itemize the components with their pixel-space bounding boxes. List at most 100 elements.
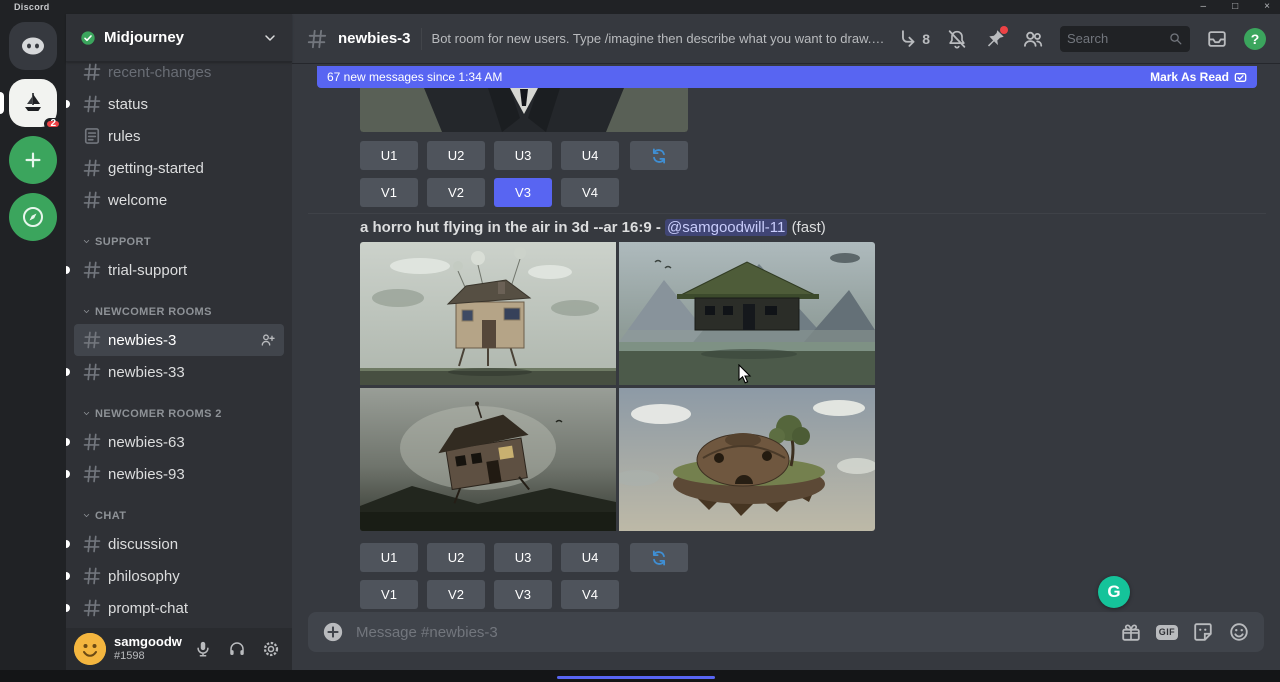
channel-welcome[interactable]: welcome <box>74 184 284 216</box>
channel-status[interactable]: status <box>74 88 284 120</box>
channel-philosophy[interactable]: philosophy <box>74 560 284 592</box>
gif-picker-button[interactable]: GIF <box>1156 625 1178 640</box>
v1-button[interactable]: V1 <box>360 178 418 207</box>
attach-file-icon[interactable] <box>322 621 344 643</box>
mute-microphone-button[interactable] <box>190 636 216 662</box>
reroll-button[interactable] <box>630 141 688 170</box>
v3-button[interactable]: V3 <box>494 178 552 207</box>
u3-button[interactable]: U3 <box>494 141 552 170</box>
server-header-dropdown[interactable]: Midjourney <box>66 14 292 62</box>
mark-as-read-button[interactable]: Mark As Read <box>1150 70 1247 84</box>
reroll-button[interactable] <box>630 543 688 572</box>
message-input[interactable]: Message #newbies-3 <box>356 624 1108 641</box>
close-button[interactable]: × <box>1264 2 1270 12</box>
gift-icon[interactable] <box>1120 621 1142 643</box>
v2-button[interactable]: V2 <box>427 178 485 207</box>
add-server-button[interactable] <box>9 136 57 184</box>
main-content: newbies-3 Bot room for new users. Type /… <box>292 14 1280 670</box>
user-settings-button[interactable] <box>258 636 284 662</box>
hash-icon <box>82 190 102 210</box>
u2-button[interactable]: U2 <box>427 543 485 572</box>
channel-newbies-63[interactable]: newbies-63 <box>74 426 284 458</box>
channel-prompt-chat[interactable]: prompt-chat <box>74 592 284 624</box>
user-info[interactable]: samgoodw... #1598 <box>114 635 182 663</box>
generated-image-1[interactable] <box>360 242 616 385</box>
search-input[interactable]: Search <box>1060 26 1190 52</box>
sticker-icon[interactable] <box>1192 621 1214 643</box>
user-panel: samgoodw... #1598 <box>66 628 292 670</box>
channel-label: newbies-93 <box>108 466 185 483</box>
v4-button[interactable]: V4 <box>561 580 619 609</box>
channel-recent-changes[interactable]: recent-changes <box>74 62 284 88</box>
section-label: CHAT <box>95 510 126 522</box>
threads-icon <box>897 28 919 50</box>
channel-label: philosophy <box>108 568 180 585</box>
section-newcomer-rooms-2[interactable]: NEWCOMER ROOMS 2 <box>66 388 292 426</box>
server-icon-midjourney[interactable]: 2 <box>9 79 57 127</box>
upscaled-image-partial[interactable] <box>360 88 688 132</box>
discord-clyde-icon <box>19 35 47 57</box>
grammarly-glyph: G <box>1107 582 1120 602</box>
u1-button[interactable]: U1 <box>360 543 418 572</box>
mark-as-read-label: Mark As Read <box>1150 70 1229 84</box>
channel-newbies-33[interactable]: newbies-33 <box>74 356 284 388</box>
maximize-button[interactable]: □ <box>1232 2 1238 12</box>
u3-button[interactable]: U3 <box>494 543 552 572</box>
channel-trial-support[interactable]: trial-support <box>74 254 284 286</box>
unread-dot <box>66 266 70 274</box>
channel-rules[interactable]: rules <box>74 120 284 152</box>
u4-button[interactable]: U4 <box>561 141 619 170</box>
chat-area: 67 new messages since 1:34 AM Mark As Re… <box>292 64 1280 670</box>
channel-topic[interactable]: Bot room for new users. Type /imagine th… <box>432 31 888 46</box>
emoji-icon[interactable] <box>1228 621 1250 643</box>
section-chat[interactable]: CHAT <box>66 490 292 528</box>
channel-getting-started[interactable]: getting-started <box>74 152 284 184</box>
create-invite-icon[interactable] <box>260 332 276 348</box>
u2-button[interactable]: U2 <box>427 141 485 170</box>
variation-button-row: V1 V2 V3 V4 <box>360 580 875 609</box>
deafen-button[interactable] <box>224 636 250 662</box>
section-support[interactable]: SUPPORT <box>66 216 292 254</box>
u4-button[interactable]: U4 <box>561 543 619 572</box>
channel-newbies-3[interactable]: newbies-3 <box>74 324 284 356</box>
minimize-button[interactable]: – <box>1201 2 1207 12</box>
generated-image-3[interactable] <box>360 388 616 531</box>
section-newcomer-rooms[interactable]: NEWCOMER ROOMS <box>66 286 292 324</box>
message-upscaled-image: U1 U2 U3 U4 V1 V2 V3 V4 <box>360 88 688 207</box>
v4-button[interactable]: V4 <box>561 178 619 207</box>
hash-icon <box>82 534 102 554</box>
unread-dot <box>66 438 70 446</box>
section-label: SUPPORT <box>95 236 151 248</box>
inbox-icon[interactable] <box>1206 28 1228 50</box>
channel-partially-hidden[interactable] <box>74 624 284 628</box>
prompt-text: a horro hut flying in the air in 3d --ar… <box>360 219 652 236</box>
user-avatar[interactable] <box>74 633 106 665</box>
taskbar-accent <box>557 676 715 679</box>
new-messages-bar[interactable]: 67 new messages since 1:34 AM Mark As Re… <box>317 66 1257 88</box>
unread-dot <box>66 604 70 612</box>
unread-dot <box>66 572 70 580</box>
hash-icon <box>82 464 102 484</box>
user-discriminator: #1598 <box>114 650 182 663</box>
channel-discussion[interactable]: discussion <box>74 528 284 560</box>
channel-label: rules <box>108 128 141 145</box>
window-titlebar: Discord – □ × <box>0 0 1280 14</box>
generated-image-4[interactable] <box>619 388 875 531</box>
rules-icon <box>82 126 102 146</box>
grammarly-badge[interactable]: G <box>1098 576 1130 608</box>
explore-servers-button[interactable] <box>9 193 57 241</box>
channel-label: status <box>108 96 148 113</box>
u1-button[interactable]: U1 <box>360 141 418 170</box>
channel-newbies-93[interactable]: newbies-93 <box>74 458 284 490</box>
help-button[interactable]: ? <box>1244 28 1266 50</box>
v1-button[interactable]: V1 <box>360 580 418 609</box>
threads-button[interactable]: 8 <box>897 28 930 50</box>
v3-button[interactable]: V3 <box>494 580 552 609</box>
notification-settings-icon[interactable] <box>946 28 968 50</box>
pinned-messages-button[interactable] <box>984 28 1006 50</box>
user-mention[interactable]: @samgoodwill-11 <box>665 219 787 236</box>
v2-button[interactable]: V2 <box>427 580 485 609</box>
member-list-icon[interactable] <box>1022 28 1044 50</box>
discord-home-button[interactable] <box>9 22 57 70</box>
generated-image-2[interactable] <box>619 242 875 385</box>
